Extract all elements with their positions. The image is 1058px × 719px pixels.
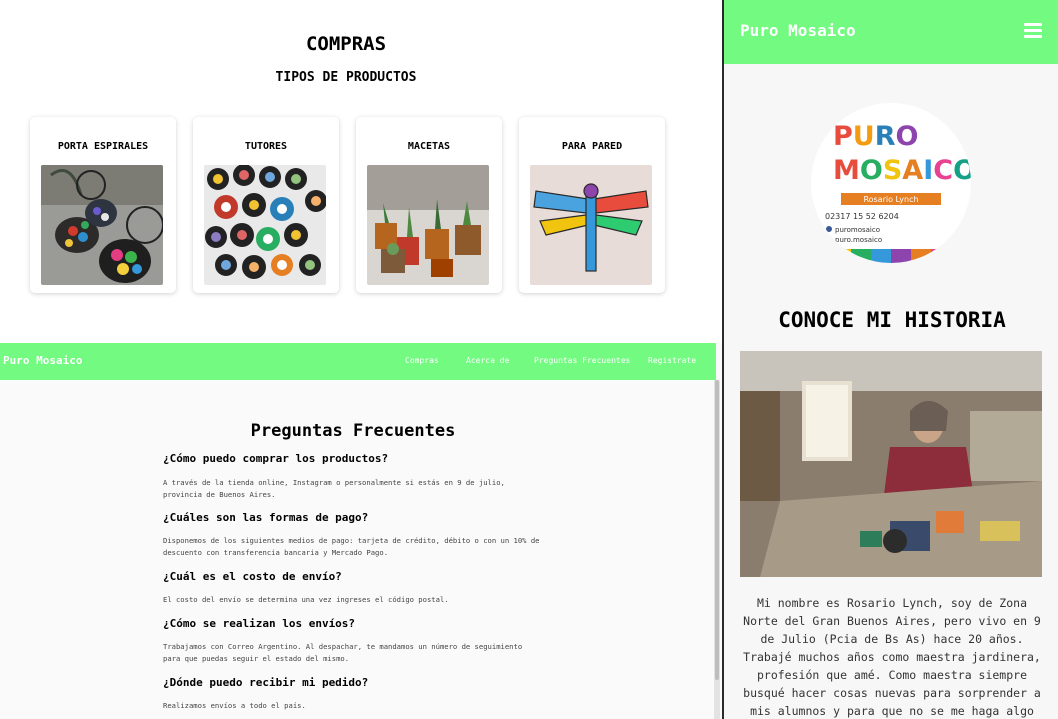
faq-scrollbar[interactable]: [714, 380, 720, 719]
macetas-image[interactable]: [367, 165, 489, 285]
svg-text:MOSAICO: MOSAICO: [833, 155, 971, 186]
mobile-brand[interactable]: Puro Mosaico: [740, 21, 856, 40]
para-pared-image[interactable]: [530, 165, 652, 285]
faq-question: ¿Cómo puedo comprar los productos?: [163, 452, 389, 465]
faq-answer: Realizamos envíos a todo el país.: [163, 701, 306, 710]
faq-page: Puro Mosaico Compras Acerca de Preguntas…: [0, 343, 722, 719]
story-text: Mi nombre es Rosario Lynch, soy de Zona …: [743, 596, 1041, 718]
nav-link-preguntas-frecuentes[interactable]: Preguntas Frecuentes: [534, 356, 630, 365]
svg-text:PURO: PURO: [833, 121, 918, 152]
puro-mosaico-logo: PURO MOSAICO Rosario Lynch 02317 15 52 6…: [811, 103, 971, 263]
faq-answer: Disponemos de los siguientes medios de p…: [163, 536, 540, 557]
logo-facebook: puromosaico: [835, 226, 880, 234]
faq-question: ¿Cómo se realizan los envíos?: [163, 617, 356, 630]
nav-link-acerca-de[interactable]: Acerca de: [466, 356, 509, 365]
compras-title: COMPRAS: [305, 33, 387, 55]
scrollbar-thumb[interactable]: [715, 380, 719, 680]
faq-question: ¿Dónde puedo recibir mi pedido?: [163, 676, 369, 689]
mobile-header: Puro Mosaico: [724, 0, 1058, 64]
compras-section: COMPRAS TIPOS DE PRODUCTOS PORTA ESPIRAL…: [0, 0, 722, 343]
logo-instagram: puro.mosaico: [835, 236, 882, 244]
porta-espirales-image[interactable]: [41, 165, 163, 285]
tutores-image[interactable]: [204, 165, 326, 285]
product-card-macetas[interactable]: MACETAS: [356, 117, 502, 293]
logo-name: Rosario Lynch: [863, 195, 918, 204]
nav-link-registrate[interactable]: Registrate: [648, 356, 696, 365]
artist-workshop-photo: [740, 351, 1042, 577]
product-card-title: PORTA ESPIRALES: [57, 141, 149, 152]
faq-question: ¿Cuáles son las formas de pago?: [163, 511, 369, 524]
navbar: Puro Mosaico Compras Acerca de Preguntas…: [0, 343, 716, 380]
faq-question: ¿Cuál es el costo de envío?: [163, 570, 342, 583]
faq-answer: A través de la tienda online, Instagram …: [163, 478, 505, 499]
product-card-title: TUTORES: [244, 141, 288, 152]
product-card-tutores[interactable]: TUTORES: [193, 117, 339, 293]
mobile-view: Puro Mosaico PURO MOSAICO Rosario Lynch …: [722, 0, 1058, 719]
faq-answer: Trabajamos con Correo Argentino. Al desp…: [163, 642, 523, 663]
product-card-para-pared[interactable]: PARA PARED: [519, 117, 665, 293]
product-card-porta-espirales[interactable]: PORTA ESPIRALES: [30, 117, 176, 293]
navbar-brand[interactable]: Puro Mosaico: [3, 354, 82, 367]
logo-phone: 02317 15 52 6204: [825, 212, 899, 221]
product-card-title: PARA PARED: [561, 141, 623, 152]
faq-title: Preguntas Frecuentes: [250, 421, 456, 441]
nav-link-compras[interactable]: Compras: [405, 356, 439, 365]
faq-answer: El costo del envío se determina una vez …: [163, 595, 449, 604]
story-title: CONOCE MI HISTORIA: [778, 308, 1006, 332]
product-types-subtitle: TIPOS DE PRODUCTOS: [275, 70, 417, 85]
product-card-title: MACETAS: [407, 141, 451, 152]
hamburger-icon[interactable]: [1024, 23, 1042, 38]
